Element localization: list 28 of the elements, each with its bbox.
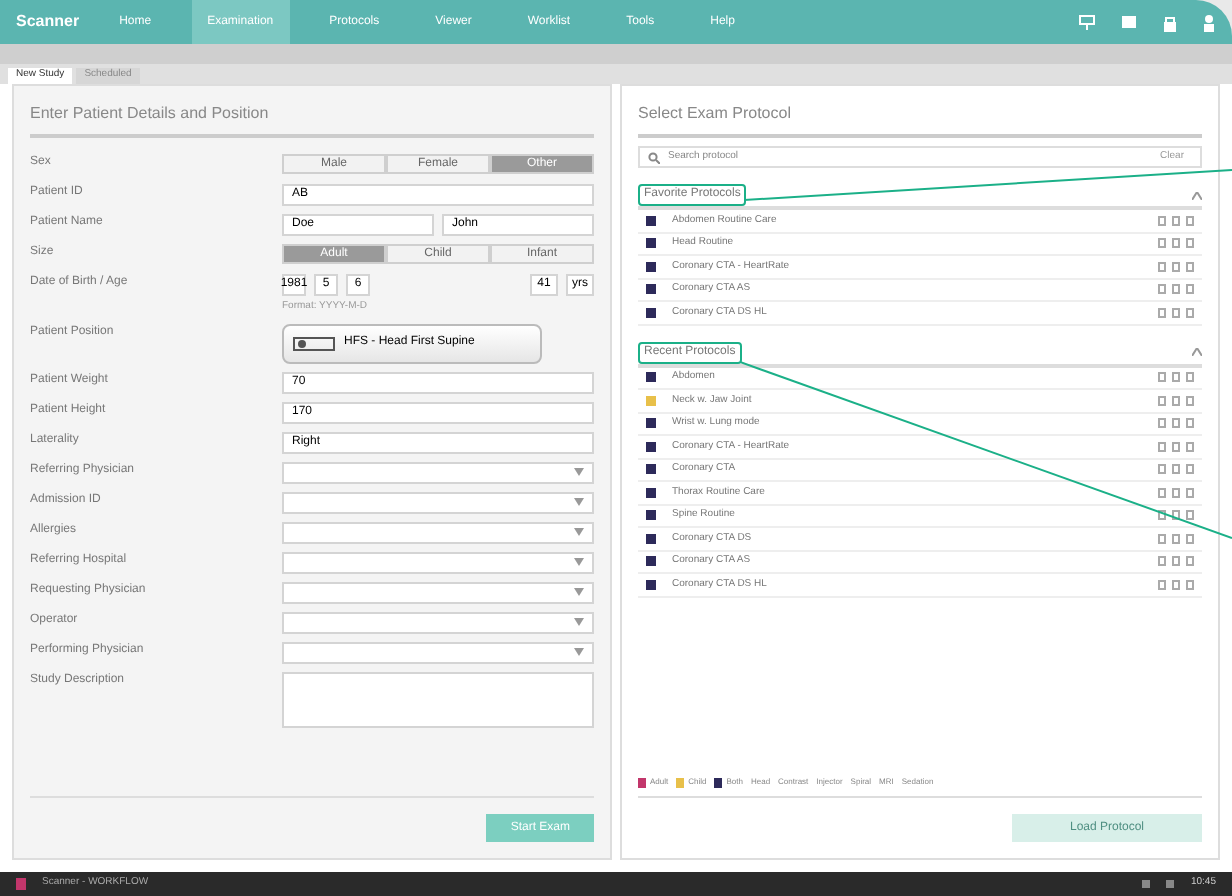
user-icon[interactable]: [1202, 13, 1216, 31]
app-logo: Scanner: [16, 10, 80, 34]
combo-field[interactable]: [282, 551, 594, 573]
tray-icon: [1142, 880, 1151, 888]
panel-title: Enter Patient Details and Position: [30, 102, 594, 138]
combo-field[interactable]: [282, 641, 594, 663]
chevron-icon[interactable]: [1192, 348, 1202, 356]
app-indicator-icon: [16, 878, 26, 890]
patient-table-icon: [292, 331, 336, 355]
monitor-icon[interactable]: [1120, 13, 1138, 31]
text-area[interactable]: [282, 671, 594, 727]
dropdown-icon: [574, 588, 584, 596]
tray-icon: [1166, 880, 1175, 888]
dropdown-icon: [574, 468, 584, 476]
dropdown-icon: [574, 498, 584, 506]
chevron-icon[interactable]: [1192, 191, 1202, 199]
combo-field[interactable]: [282, 581, 594, 603]
combo-field[interactable]: [282, 521, 594, 543]
lock-icon[interactable]: [1162, 13, 1178, 31]
dropdown-icon: [574, 618, 584, 626]
combo-field[interactable]: [282, 461, 594, 483]
dropdown-icon: [574, 528, 584, 536]
panel-title: Select Exam Protocol: [638, 102, 1202, 138]
combo-field[interactable]: [282, 491, 594, 513]
dropdown-icon: [574, 648, 584, 656]
search-icon: [648, 151, 660, 163]
dropdown-icon: [574, 558, 584, 566]
combo-field[interactable]: [282, 611, 594, 633]
